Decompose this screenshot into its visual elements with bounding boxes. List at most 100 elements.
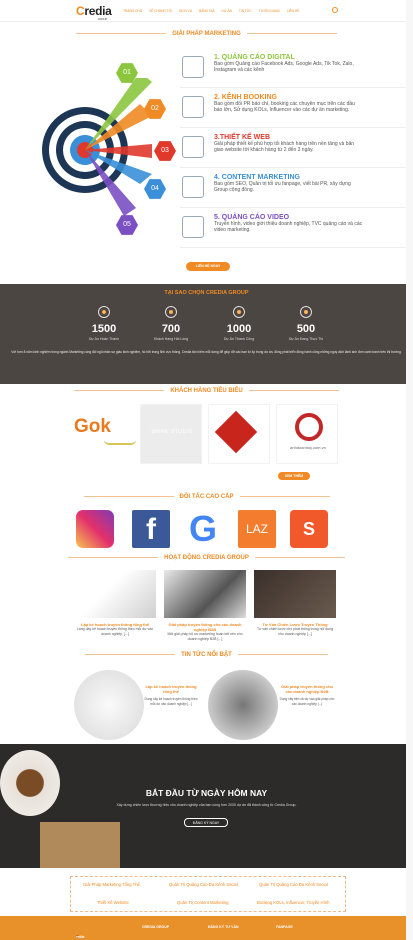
search-icon[interactable] <box>332 7 338 13</box>
cta-text: Xây dựng chiến lược thương hiệu cho doan… <box>116 803 297 807</box>
item-text: Truyền hình, video giới thiệu doanh nghi… <box>214 221 363 233</box>
activity-image <box>254 570 336 618</box>
service-links: Giải Pháp Marketing Tổng Thể Quản Trị Qu… <box>70 876 346 912</box>
activity-text: Một giải pháp tối ưu marketing hoàn kết … <box>167 632 243 641</box>
partners-title: ĐỐI TÁC CAO CẤP <box>0 494 413 500</box>
item-title: 4. CONTENT MARKETING <box>214 174 300 181</box>
marketing-list: 1. QUẢNG CÁO DIGITAL Bao gồm Quảng cáo F… <box>180 48 410 248</box>
service-link[interactable]: Quản Trị Quảng Cáo Đa Kênh Social <box>169 882 238 887</box>
clients-title: KHÁCH HÀNG TIÊU BIỂU <box>0 388 413 394</box>
footer-col-title: CREDIA GROUP <box>142 925 170 929</box>
target-illustration <box>42 78 152 216</box>
marketing-item-web[interactable]: 3.THIẾT KẾ WEB Giải pháp thiết kế phù hợ… <box>180 128 410 168</box>
activity-card[interactable]: Tư Vấn Chiến Lược Truyền Thông Tư vấn ch… <box>254 570 336 637</box>
client-logo[interactable]: anhdoanhuy.com.vn <box>276 404 338 464</box>
target-icon <box>182 56 204 78</box>
header: C redia GROUP TRANG CHỦ VỀ CHÚNG TÔI DỊC… <box>0 0 413 22</box>
circle-logo-icon <box>295 413 323 441</box>
client-logo-text: anhdoanhuy.com.vn <box>290 445 326 450</box>
stat-value: 500 <box>296 323 316 335</box>
news-title-text[interactable]: Giải pháp truyền thông cho các doanh ngh… <box>278 684 336 694</box>
stat-label: Dự Án Thành Công <box>223 337 255 341</box>
facebook-icon[interactable]: f <box>132 510 170 548</box>
item-title: 3.THIẾT KẾ WEB <box>214 134 271 141</box>
item-text: Bao gồm đối PR báo chí, booking các chuy… <box>214 101 355 113</box>
gears-icon <box>182 176 204 198</box>
clients-carousel: Gok SHINE STUDIO anhdoanhuy.com.vn <box>74 404 344 466</box>
news-item[interactable]: Lập kế hoạch truyền thông tổng thể Dung … <box>142 684 200 706</box>
stat-value: 1500 <box>91 323 117 335</box>
nav-services[interactable]: DỊCH VỤ <box>179 9 192 13</box>
scrollbar[interactable] <box>406 0 413 940</box>
logo[interactable]: C redia GROUP <box>76 4 112 21</box>
google-icon[interactable]: G <box>184 510 222 548</box>
service-link[interactable]: Thiết Kế Website <box>97 900 129 905</box>
notebook-image <box>40 822 120 868</box>
stat-icon <box>233 306 245 318</box>
news-image[interactable] <box>208 670 278 740</box>
stat-projects: 1500 Dự Án Hoàn Thành <box>74 306 134 341</box>
lazada-icon[interactable]: LAZ <box>238 510 276 548</box>
stat-success: 1000 Dự Án Thành Công <box>209 306 269 341</box>
knot-logo-icon <box>214 410 258 454</box>
marketing-item-digital[interactable]: 1. QUẢNG CÁO DIGITAL Bao gồm Quảng cáo F… <box>180 48 410 88</box>
nav-home[interactable]: TRANG CHỦ <box>123 9 142 13</box>
register-button[interactable]: ĐĂNG KÝ NGAY <box>184 818 228 827</box>
clients-more-button[interactable]: XEM THÊM <box>278 472 310 480</box>
nav-careers[interactable]: TUYỂN DỤNG <box>259 9 280 13</box>
news-text: Dung xây trên cả dự vào giải pháp cho cá… <box>279 697 335 706</box>
main-nav: TRANG CHỦ VỀ CHÚNG TÔI DỊCH VỤ BẢNG GIÁ … <box>123 9 299 13</box>
marketing-item-video[interactable]: 5. QUẢNG CÁO VIDEO Truyền hình, video gi… <box>180 208 410 248</box>
item-title: 2. KÊNH BOOKING <box>214 94 278 101</box>
stat-icon <box>98 306 110 318</box>
page: C redia GROUP TRANG CHỦ VỀ CHÚNG TÔI DỊC… <box>0 0 413 940</box>
nav-projects[interactable]: DỰ ÁN <box>222 9 232 13</box>
news-image[interactable] <box>74 670 144 740</box>
instagram-icon[interactable] <box>76 510 114 548</box>
service-link[interactable]: Quản Trị Quảng Cáo Đa Kênh Social <box>259 882 328 887</box>
nav-contact[interactable]: LIÊN HỆ <box>287 9 299 13</box>
nav-pricing[interactable]: BẢNG GIÁ <box>199 9 214 13</box>
client-logo[interactable] <box>208 404 270 464</box>
service-link[interactable]: Quản Trị Content Marketing <box>177 900 228 905</box>
shopee-icon[interactable]: S <box>290 510 328 548</box>
marketing-item-content[interactable]: 4. CONTENT MARKETING Bao gồm SEO, Quản t… <box>180 168 410 208</box>
flag-icon <box>182 96 204 118</box>
news-text: Dung xây kế hoạch truyền thông theo mỗi … <box>144 697 198 706</box>
cta-title: BẮT ĐẦU TỪ NGÀY HÔM NAY <box>145 788 268 798</box>
news-item[interactable]: Giải pháp truyền thông cho các doanh ngh… <box>278 684 336 706</box>
service-link[interactable]: Giải Pháp Marketing Tổng Thể <box>83 882 140 887</box>
item-text: Giải pháp thiết kế phù hợp tối khách hàn… <box>214 141 355 153</box>
activity-image <box>164 570 246 618</box>
activity-title[interactable]: Giải pháp truyền thông cho các doanh ngh… <box>164 622 246 632</box>
stat-clients: 700 Khách Hàng Hài Lòng <box>141 306 201 341</box>
footer: Credia CREDIA GROUP ĐĂNG KÝ TƯ VẤN FANPA… <box>0 916 413 940</box>
footer-logo-text: redia <box>76 935 85 939</box>
stat-label: Khách Hàng Hài Lòng <box>153 337 189 341</box>
stat-label: Dự Án Đang Thực Thi <box>288 337 324 341</box>
activity-card[interactable]: Giải pháp truyền thông cho các doanh ngh… <box>164 570 246 642</box>
logo-sub: GROUP <box>97 16 108 21</box>
stat-value: 1000 <box>226 323 252 335</box>
marketing-item-booking[interactable]: 2. KÊNH BOOKING Bao gồm đối PR báo chí, … <box>180 88 410 128</box>
why-title: TẠI SAO CHỌN CREDIA GROUP <box>164 290 249 296</box>
stat-ongoing: 500 Dự Án Đang Thực Thi <box>276 306 336 341</box>
news-title: TIN TỨC NỔI BẬT <box>0 652 413 658</box>
why-section: TẠI SAO CHỌN CREDIA GROUP 1500 Dự Án Hoà… <box>0 284 413 384</box>
footer-col-title: ĐĂNG KÝ TƯ VẤN <box>208 925 239 929</box>
news-title-text[interactable]: Lập kế hoạch truyền thông tổng thể <box>142 684 200 694</box>
activity-card[interactable]: Lập kế hoạch truyền thông tổng thể Lang … <box>74 570 156 637</box>
activities-title: HOẠT ĐỘNG CREDIA GROUP <box>0 555 413 561</box>
stat-icon <box>165 306 177 318</box>
client-logo-text: Gok <box>74 416 111 437</box>
client-logo-text: SHINE STUDIO <box>151 429 193 435</box>
logo-swoosh <box>104 440 136 445</box>
item-text: Bao gồm SEO, Quản trị tối ưu fanpage, vi… <box>214 181 351 193</box>
contact-now-button[interactable]: LIÊN HỆ NGAY <box>186 262 230 271</box>
nav-news[interactable]: TIN TỨC <box>239 9 252 13</box>
service-link[interactable]: Booking KOLs, Influencer, Truyền Hình <box>257 900 329 905</box>
client-logo[interactable]: SHINE STUDIO <box>140 404 202 464</box>
activity-image <box>74 570 156 618</box>
client-logo[interactable]: Gok <box>74 404 136 464</box>
nav-about[interactable]: VỀ CHÚNG TÔI <box>149 9 172 13</box>
